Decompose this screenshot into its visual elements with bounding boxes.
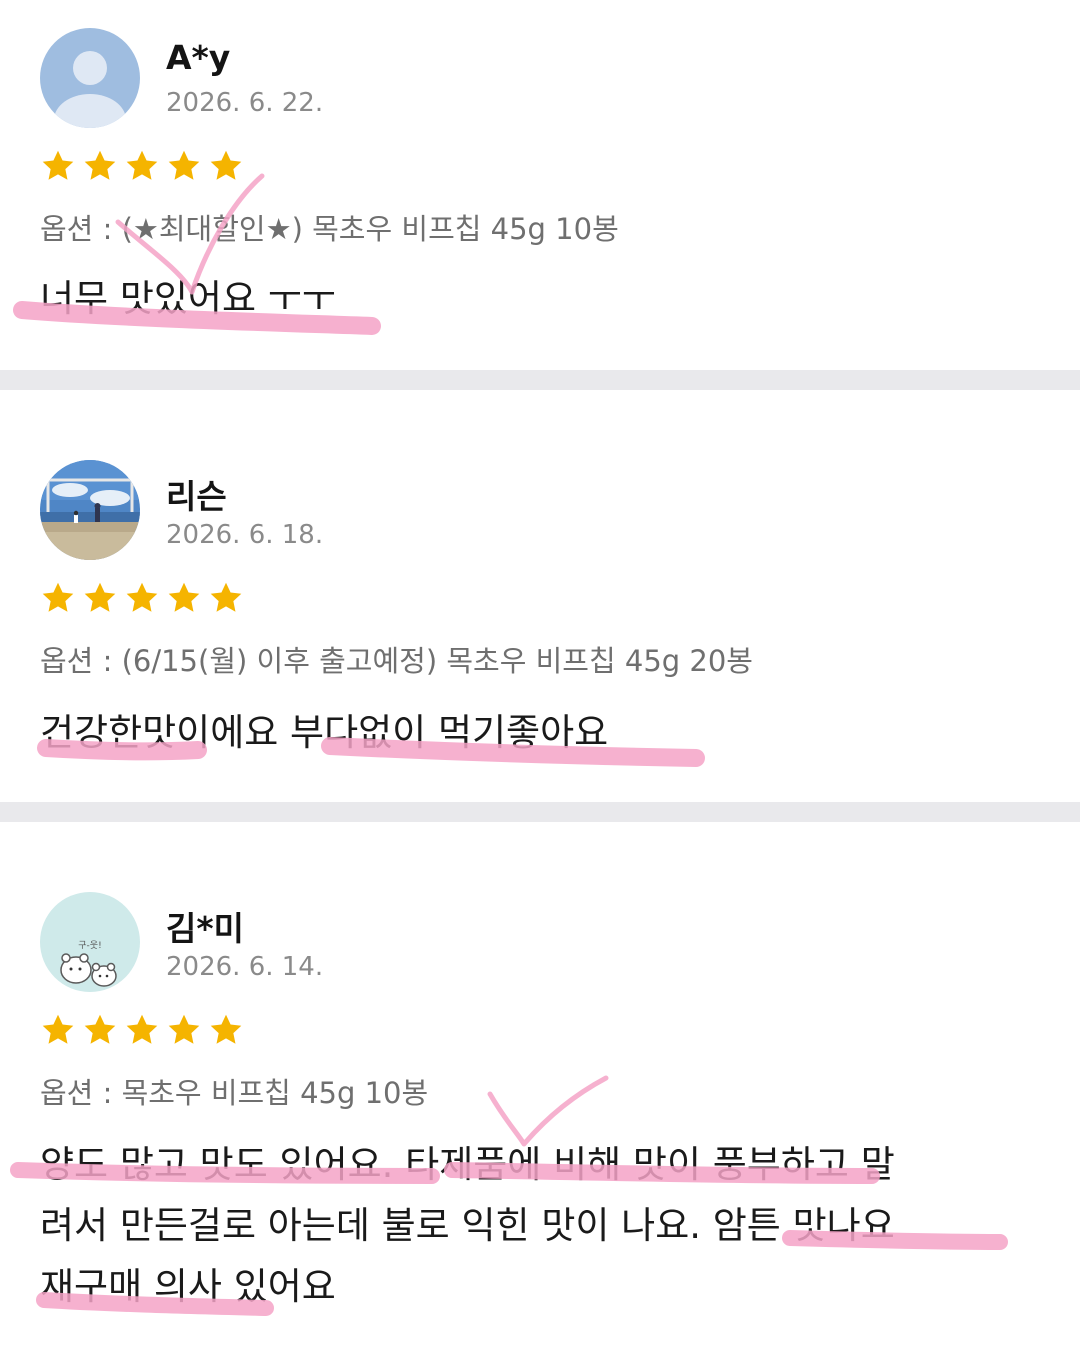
review-text-line: 려서 만든걸로 아는데 불로 익힌 맛이 나요. 암튼 맛나요 (40, 1204, 895, 1247)
star-icon (40, 1012, 76, 1048)
star-rating (40, 148, 244, 188)
section-divider (0, 370, 1080, 390)
review-card-3: 구-웃! 김*미 2026. 6. 14. 옵션 : 목초우 비프칩 45g 1… (0, 822, 1080, 1350)
star-icon (166, 1012, 202, 1048)
review-card-2: 리슨 2026. 6. 18. 옵션 : (6/15(월) 이후 출고예정) 목… (0, 390, 1080, 802)
review-text-line: 양도 많고 맛도 있어요. 타제품에 비해 맛이 풍부하고 말 (40, 1143, 895, 1186)
star-icon (166, 148, 202, 184)
star-icon (124, 1012, 160, 1048)
avatar-cartoon-animals[interactable]: 구-웃! (40, 892, 140, 992)
star-icon (40, 580, 76, 616)
cartoon-animals-icon: 구-웃! (40, 892, 140, 992)
review-date: 2026. 6. 22. (166, 88, 324, 118)
star-rating (40, 580, 244, 620)
review-text: 너무 맛있어요 ㅜㅜ (40, 268, 1040, 329)
star-rating (40, 1012, 244, 1052)
review-date: 2026. 6. 18. (166, 520, 324, 550)
purchase-option: 옵션 : (6/15(월) 이후 출고예정) 목초우 비프칩 45g 20봉 (40, 644, 753, 678)
avatar-landscape-photo[interactable] (40, 460, 140, 560)
review-card-1: A*y 2026. 6. 22. 옵션 : (★최대할인★) 목초우 비프칩 4… (0, 0, 1080, 370)
review-text-line: 건강한맛이에요 부다없이 먹기좋아요 (40, 711, 609, 754)
star-icon (208, 580, 244, 616)
avatar-default-person[interactable] (40, 28, 140, 128)
star-icon (82, 1012, 118, 1048)
star-icon (124, 580, 160, 616)
review-text: 양도 많고 맛도 있어요. 타제품에 비해 맛이 풍부하고 말 려서 만든걸로 … (40, 1134, 1040, 1317)
review-text: 건강한맛이에요 부다없이 먹기좋아요 (40, 702, 1040, 763)
star-icon (208, 148, 244, 184)
review-text-line: 재구매 의사 있어요 (40, 1265, 336, 1308)
star-icon (82, 580, 118, 616)
author-name: 김*미 (166, 909, 244, 948)
landscape-photo-icon (40, 460, 140, 560)
avatar-caption: 구-웃! (78, 940, 101, 951)
star-icon (40, 148, 76, 184)
purchase-option: 옵션 : (★최대할인★) 목초우 비프칩 45g 10봉 (40, 212, 619, 246)
person-icon (40, 28, 140, 128)
section-divider (0, 802, 1080, 822)
review-date: 2026. 6. 14. (166, 952, 324, 982)
review-text-line: 너무 맛있어요 ㅜㅜ (40, 277, 336, 320)
star-icon (208, 1012, 244, 1048)
star-icon (166, 580, 202, 616)
star-icon (124, 148, 160, 184)
author-name: 리슨 (166, 477, 227, 516)
author-name: A*y (166, 38, 231, 77)
purchase-option: 옵션 : 목초우 비프칩 45g 10봉 (40, 1076, 429, 1110)
star-icon (82, 148, 118, 184)
